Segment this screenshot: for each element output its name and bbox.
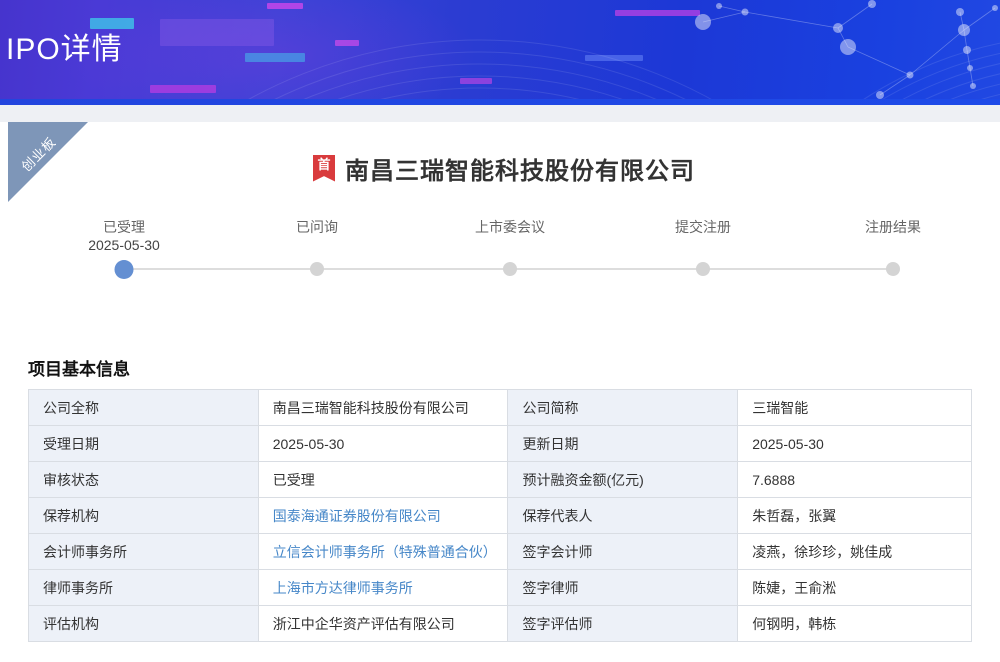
table-row: 审核状态已受理预计融资金额(亿元)7.6888 [29,462,972,498]
table-row: 公司全称南昌三瑞智能科技股份有限公司公司简称三瑞智能 [29,390,972,426]
row-value-link[interactable]: 立信会计师事务所（特殊普通合伙） [273,544,497,560]
row-value: 上海市方达律师事务所 [258,570,508,606]
table-row: 律师事务所上海市方达律师事务所 签字律师陈婕，王俞淞 [29,570,972,606]
row-label: 评估机构 [29,606,259,642]
step-date: 2025-05-30 [44,236,204,254]
step-dot [310,262,324,276]
step-label: 上市委会议 [430,218,590,236]
step-dot [886,262,900,276]
row-label: 签字评估师 [508,606,738,642]
info-table: 公司全称南昌三瑞智能科技股份有限公司公司简称三瑞智能受理日期2025-05-30… [28,389,972,642]
row-value: 南昌三瑞智能科技股份有限公司 [258,390,508,426]
page-header-banner: IPO详情 [0,0,1000,105]
info-table-body: 公司全称南昌三瑞智能科技股份有限公司公司简称三瑞智能受理日期2025-05-30… [29,390,972,642]
row-value: 浙江中企华资产评估有限公司 [258,606,508,642]
row-label: 受理日期 [29,426,259,462]
step-label: 已受理 [44,218,204,236]
table-row: 保荐机构国泰海通证券股份有限公司 保荐代表人朱哲磊，张翼 [29,498,972,534]
step-dot [696,262,710,276]
subheader-strip [0,105,1000,122]
page-title: IPO详情 [6,24,123,68]
row-value: 国泰海通证券股份有限公司 [258,498,508,534]
row-label: 更新日期 [508,426,738,462]
step-4: 提交注册 [623,218,783,236]
row-value-link[interactable]: 上海市方达律师事务所 [273,580,413,596]
table-row: 受理日期2025-05-30更新日期2025-05-30 [29,426,972,462]
row-label: 预计融资金额(亿元) [508,462,738,498]
step-label: 已问询 [237,218,397,236]
ipo-detail-page: IPO详情 创业板 首 南昌三瑞智能科技股份有限公司 已受理2025-05-30… [0,0,1000,662]
table-row: 会计师事务所立信会计师事务所（特殊普通合伙） 签字会计师凌燕，徐珍珍，姚佳成 [29,534,972,570]
row-value: 7.6888 [738,462,972,498]
row-label: 公司全称 [29,390,259,426]
step-2: 已问询 [237,218,397,236]
row-label: 保荐代表人 [508,498,738,534]
row-label: 签字律师 [508,570,738,606]
row-value: 凌燕，徐珍珍，姚佳成 [738,534,972,570]
row-value: 已受理 [258,462,508,498]
content-card: 创业板 首 南昌三瑞智能科技股份有限公司 已受理2025-05-30已问询上市委… [8,122,1000,662]
step-dot-active [115,260,134,279]
row-value-link[interactable]: 国泰海通证券股份有限公司 [273,508,441,524]
banner-network-graphic [0,0,1000,105]
row-label: 签字会计师 [508,534,738,570]
step-dot [503,262,517,276]
section-title: 项目基本信息 [28,355,130,380]
company-name: 南昌三瑞智能科技股份有限公司 [345,151,695,186]
row-value: 立信会计师事务所（特殊普通合伙） [258,534,508,570]
row-label: 律师事务所 [29,570,259,606]
row-value: 2025-05-30 [258,426,508,462]
row-value: 2025-05-30 [738,426,972,462]
step-label: 提交注册 [623,218,783,236]
row-label: 审核状态 [29,462,259,498]
row-label: 会计师事务所 [29,534,259,570]
table-row: 评估机构浙江中企华资产评估有限公司签字评估师何钢明，韩栋 [29,606,972,642]
company-title-row: 首 南昌三瑞智能科技股份有限公司 [8,150,1000,186]
stepper: 已受理2025-05-30 已问询 上市委会议 提交注册 注册结果 [8,218,1000,288]
step-label: 注册结果 [813,218,973,236]
first-issue-badge-icon: 首 [313,155,335,182]
row-label: 保荐机构 [29,498,259,534]
row-value: 三瑞智能 [738,390,972,426]
step-5: 注册结果 [813,218,973,236]
row-label: 公司简称 [508,390,738,426]
row-value: 何钢明，韩栋 [738,606,972,642]
row-value: 陈婕，王俞淞 [738,570,972,606]
row-value: 朱哲磊，张翼 [738,498,972,534]
step-3: 上市委会议 [430,218,590,236]
step-1: 已受理2025-05-30 [44,218,204,254]
